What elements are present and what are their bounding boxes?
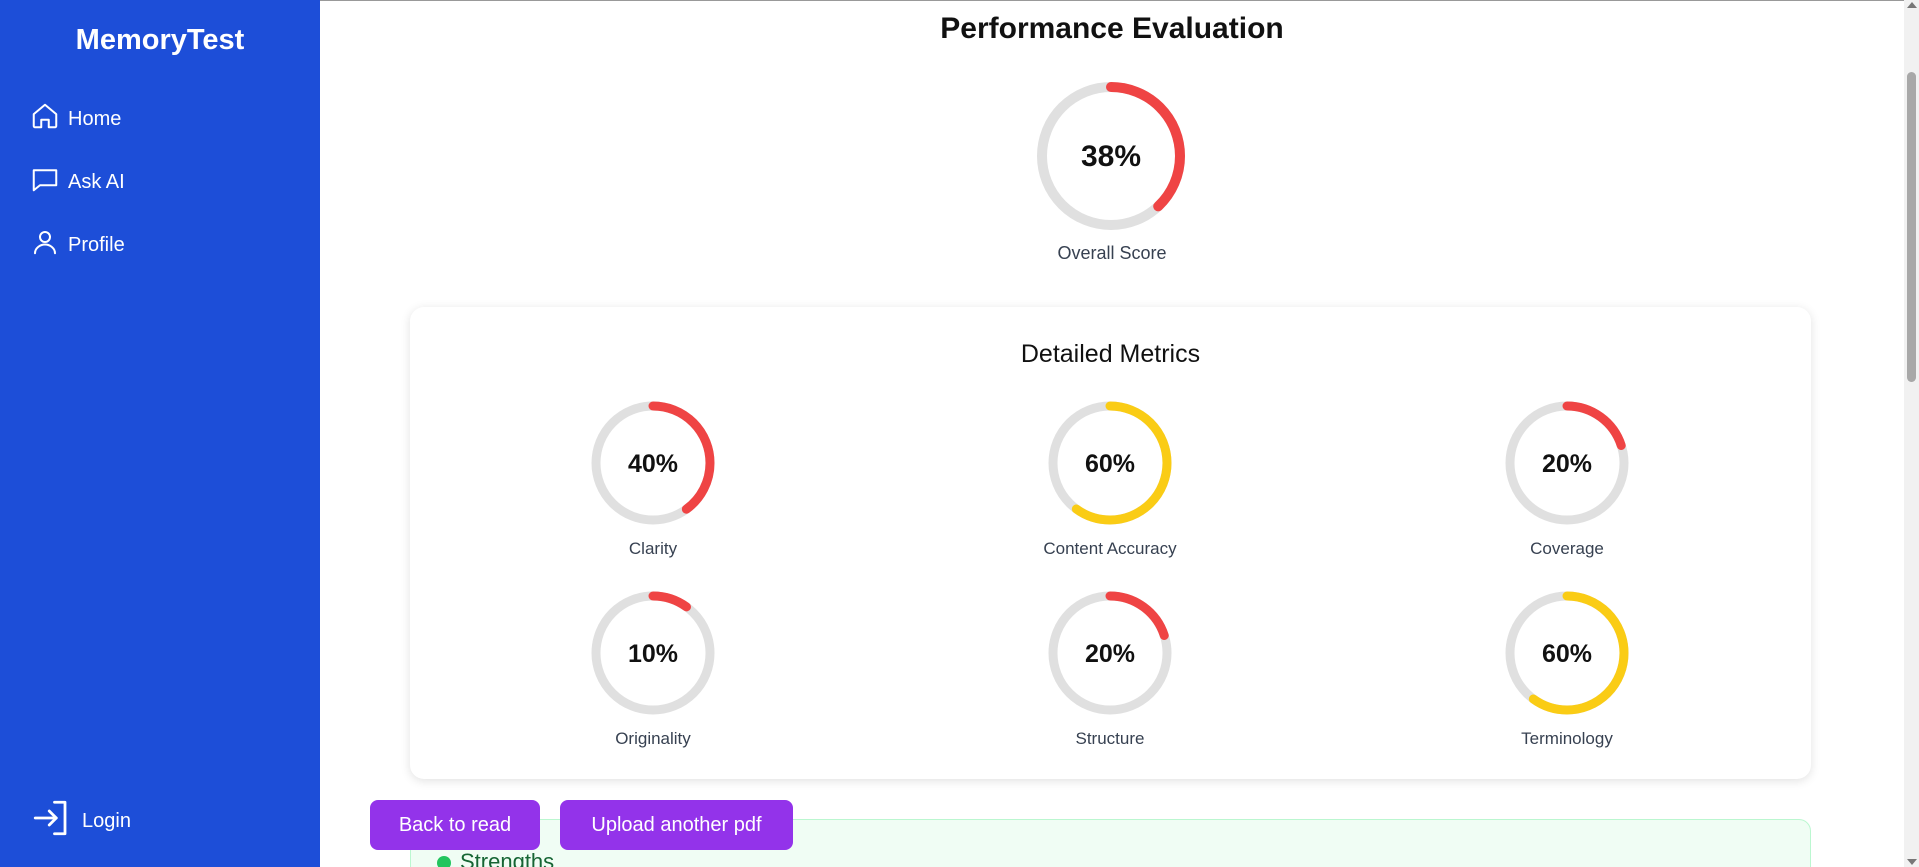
metric-gauge-content-accuracy: 60% bbox=[1047, 400, 1173, 526]
metric-label-structure: Structure bbox=[1075, 729, 1145, 748]
strengths-dot-icon bbox=[437, 856, 451, 867]
metric-value: 20% bbox=[1085, 640, 1135, 668]
sidebar-item-label: Home bbox=[68, 107, 122, 130]
metric-label-clarity: Clarity bbox=[628, 539, 678, 558]
page-title: Performance Evaluation bbox=[940, 12, 1284, 45]
scrollbar-thumb[interactable] bbox=[1907, 72, 1916, 382]
metric-gauge-coverage: 20% bbox=[1504, 400, 1630, 526]
user-icon bbox=[30, 227, 60, 263]
metric-label-coverage: Coverage bbox=[1530, 539, 1604, 558]
metric-gauge-originality: 10% bbox=[590, 590, 716, 716]
metric-gauge-terminology: 60% bbox=[1504, 590, 1630, 716]
metric-label-terminology: Terminology bbox=[1521, 729, 1613, 748]
sidebar-item-label: Ask AI bbox=[68, 170, 125, 193]
metric-value: 60% bbox=[1085, 450, 1135, 478]
metric-label-content-accuracy: Content Accuracy bbox=[1043, 539, 1177, 558]
sidebar-item-label: Profile bbox=[68, 233, 125, 256]
metric-value: 40% bbox=[628, 450, 678, 478]
chat-icon bbox=[30, 164, 60, 200]
metric-gauge-structure: 20% bbox=[1047, 590, 1173, 716]
metric-label-originality: Originality bbox=[615, 729, 691, 748]
back-to-read-button[interactable]: Back to read bbox=[370, 800, 540, 850]
login-link[interactable]: Login bbox=[30, 797, 131, 845]
overall-score-label: Overall Score bbox=[1057, 243, 1167, 263]
overall-score-value: 38% bbox=[1081, 140, 1141, 173]
login-icon bbox=[30, 797, 72, 845]
sidebar: MemoryTest Home Ask AI Profile Login bbox=[0, 0, 320, 867]
strengths-title: Strengths bbox=[460, 849, 555, 867]
metric-value: 10% bbox=[628, 640, 678, 668]
sidebar-item-profile[interactable]: Profile bbox=[30, 227, 125, 263]
metrics-title: Detailed Metrics bbox=[1020, 340, 1201, 368]
metric-value: 60% bbox=[1542, 640, 1592, 668]
sidebar-item-ask-ai[interactable]: Ask AI bbox=[30, 164, 125, 200]
scroll-up-arrow-icon[interactable] bbox=[1907, 2, 1917, 8]
upload-another-pdf-button[interactable]: Upload another pdf bbox=[560, 800, 793, 850]
login-label: Login bbox=[82, 809, 131, 832]
metric-value: 20% bbox=[1542, 450, 1592, 478]
metric-gauge-clarity: 40% bbox=[590, 400, 716, 526]
overall-score-gauge: 38% bbox=[1035, 80, 1187, 232]
vertical-scrollbar[interactable] bbox=[1904, 0, 1919, 867]
app-title: MemoryTest bbox=[75, 24, 245, 56]
sidebar-item-home[interactable]: Home bbox=[30, 101, 121, 137]
scroll-down-arrow-icon[interactable] bbox=[1907, 859, 1917, 865]
home-icon bbox=[30, 101, 60, 137]
